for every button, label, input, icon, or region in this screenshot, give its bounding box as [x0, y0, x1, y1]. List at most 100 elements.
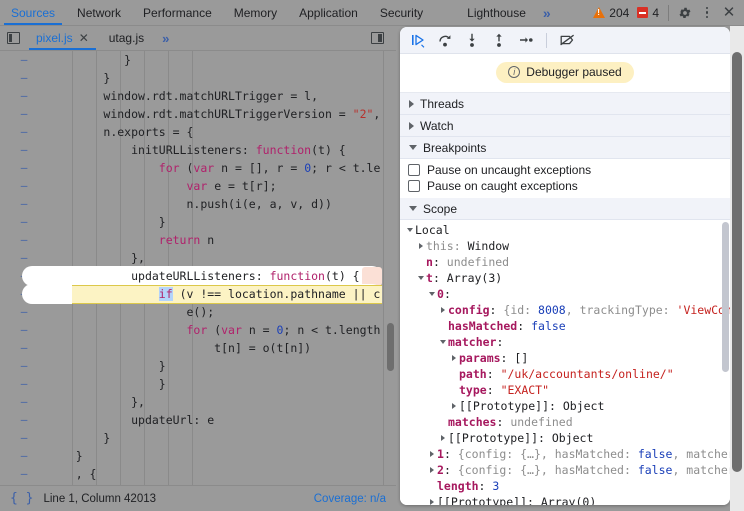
chevron-right-icon[interactable] [415, 243, 426, 249]
code-line[interactable]: – for (var n = [], r = 0; r < t.le [0, 159, 396, 177]
scope-row[interactable]: hasMatched: false [400, 318, 730, 334]
editor-scrollbar-thumb[interactable] [387, 323, 394, 371]
pause-on-caught-exceptions-row[interactable]: Pause on caught exceptions [400, 178, 730, 194]
settings-button[interactable] [674, 2, 696, 24]
section-header-scope[interactable]: Scope [400, 198, 730, 220]
code-line[interactable]: – } [0, 429, 396, 447]
scope-row[interactable]: [[Prototype]]: Array(0) [400, 494, 730, 505]
scope-row[interactable]: type: "EXACT" [400, 382, 730, 398]
line-gutter[interactable]: – [0, 429, 48, 447]
code-line[interactable]: – } [0, 357, 396, 375]
code-line[interactable]: – } [0, 51, 396, 69]
scope-row[interactable]: [[Prototype]]: Object [400, 398, 730, 414]
scope-row[interactable]: 1: {config: {…}, hasMatched: false, matc… [400, 446, 730, 462]
step-button[interactable] [514, 29, 538, 51]
devtools-scrollbar[interactable] [730, 26, 744, 511]
scope-row[interactable]: params: [] [400, 350, 730, 366]
line-gutter[interactable]: – [0, 159, 48, 177]
resume-script-execution-button[interactable] [406, 29, 430, 51]
coverage-status[interactable]: Coverage: n/a [314, 493, 386, 505]
line-gutter[interactable]: – [0, 87, 48, 105]
panel-tab-performance[interactable]: Performance [132, 0, 223, 25]
line-gutter[interactable]: – [0, 483, 48, 485]
scope-row[interactable]: t: Array(3) [400, 270, 730, 286]
step-into-button[interactable] [460, 29, 484, 51]
code-editor[interactable]: – } – } – window.rdt.matchURLTrigger = l, –… [0, 51, 396, 485]
scope-row[interactable]: this: Window [400, 238, 730, 254]
line-gutter[interactable]: – [0, 213, 48, 231]
panel-tab-network[interactable]: Network [66, 0, 132, 25]
line-gutter[interactable]: – [0, 393, 48, 411]
chevron-right-icon[interactable] [426, 467, 437, 473]
line-gutter[interactable]: – [0, 249, 48, 267]
code-line[interactable]: – e(); [0, 303, 396, 321]
code-line[interactable]: – var e = t[r]; [0, 177, 396, 195]
line-gutter[interactable]: – [0, 69, 48, 87]
line-gutter[interactable]: – [0, 447, 48, 465]
code-line[interactable]: – window.rdt.matchURLTrigger = l, [0, 87, 396, 105]
code-line[interactable]: – } [0, 69, 396, 87]
deactivate-breakpoints-button[interactable] [555, 29, 579, 51]
step-over-button[interactable] [433, 29, 457, 51]
chevron-down-icon[interactable] [415, 276, 426, 280]
panel-tab-memory[interactable]: Memory [223, 0, 288, 25]
scope-tree[interactable]: Local this: Window n: undefined t: Array(3)… [400, 220, 730, 505]
scope-row[interactable]: path: "/uk/accountants/online/" [400, 366, 730, 382]
line-gutter[interactable]: – [0, 375, 48, 393]
scope-row[interactable]: 0: [400, 286, 730, 302]
scope-row[interactable]: config: {id: 8008, trackingType: 'ViewCo… [400, 302, 730, 318]
more-files-button[interactable]: » [154, 26, 176, 50]
panel-tab-sources[interactable]: Sources [0, 0, 66, 25]
panel-tab-security[interactable]: Security [369, 0, 434, 25]
show-debugger-panel-button[interactable] [364, 32, 390, 44]
line-gutter[interactable]: – [0, 465, 48, 483]
code-line[interactable]: – return n [0, 231, 396, 249]
chevron-right-icon[interactable] [426, 499, 437, 505]
code-line[interactable]: – , { [0, 465, 396, 483]
scope-row[interactable]: [[Prototype]]: Object [400, 430, 730, 446]
line-gutter[interactable]: – [0, 339, 48, 357]
code-line[interactable]: – window.rdt.matchURLTriggerVersion = "2… [0, 105, 396, 123]
warning-badge[interactable]: 204 [589, 6, 633, 20]
show-navigator-panel-button[interactable] [0, 26, 26, 50]
line-gutter[interactable]: – [0, 51, 48, 69]
devtools-scrollbar-thumb[interactable] [732, 52, 742, 472]
chevron-right-icon[interactable] [437, 307, 448, 313]
chevron-right-icon[interactable] [448, 403, 459, 409]
pause-on-caught-exceptions-checkbox[interactable] [408, 180, 420, 192]
pretty-print-icon[interactable]: { } [10, 491, 33, 506]
code-line[interactable]: – } [0, 375, 396, 393]
code-line[interactable]: – t[n] = o(t[n]) [0, 339, 396, 357]
chevron-down-icon[interactable] [404, 228, 415, 232]
line-gutter[interactable]: – [0, 177, 48, 195]
code-line[interactable]: – }, [0, 393, 396, 411]
code-line[interactable]: – n.exports = { [0, 123, 396, 141]
code-line[interactable]: – "../constants": 11, [0, 483, 396, 485]
code-line[interactable]: – updateURLListeners: function(t) { [0, 266, 396, 286]
scope-scrollbar[interactable] [721, 220, 730, 505]
panel-tab-lighthouse[interactable]: Lighthouse [456, 0, 537, 25]
error-badge[interactable]: 4 [633, 6, 663, 20]
file-tab-utag-js[interactable]: utag.js [99, 26, 154, 50]
line-gutter[interactable]: – [0, 411, 48, 429]
line-gutter[interactable]: – [0, 303, 48, 321]
line-gutter[interactable]: – [0, 195, 48, 213]
code-line[interactable]: – for (var n = 0; n < t.length [0, 321, 396, 339]
file-tab-pixel-js[interactable]: pixel.js ✕ [26, 26, 99, 50]
code-line[interactable]: – updateUrl: e [0, 411, 396, 429]
section-header-watch[interactable]: Watch [400, 115, 730, 137]
code-line[interactable]: – }, [0, 249, 396, 267]
scope-row[interactable]: matcher: [400, 334, 730, 350]
pause-on-uncaught-exceptions-row[interactable]: Pause on uncaught exceptions [400, 162, 730, 178]
code-line[interactable]: – } [0, 447, 396, 465]
line-gutter[interactable]: – [0, 141, 48, 159]
chevron-down-icon[interactable] [437, 340, 448, 344]
code-line[interactable]: – if (v !== location.pathname || c [0, 284, 396, 304]
panel-tab-application[interactable]: Application [288, 0, 369, 25]
scope-row[interactable]: 2: {config: {…}, hasMatched: false, matc… [400, 462, 730, 478]
scope-row[interactable]: Local [400, 222, 730, 238]
pause-on-uncaught-exceptions-checkbox[interactable] [408, 164, 420, 176]
code-line[interactable]: – n.push(i(e, a, v, d)) [0, 195, 396, 213]
code-line[interactable]: – } [0, 213, 396, 231]
scope-row[interactable]: matches: undefined [400, 414, 730, 430]
